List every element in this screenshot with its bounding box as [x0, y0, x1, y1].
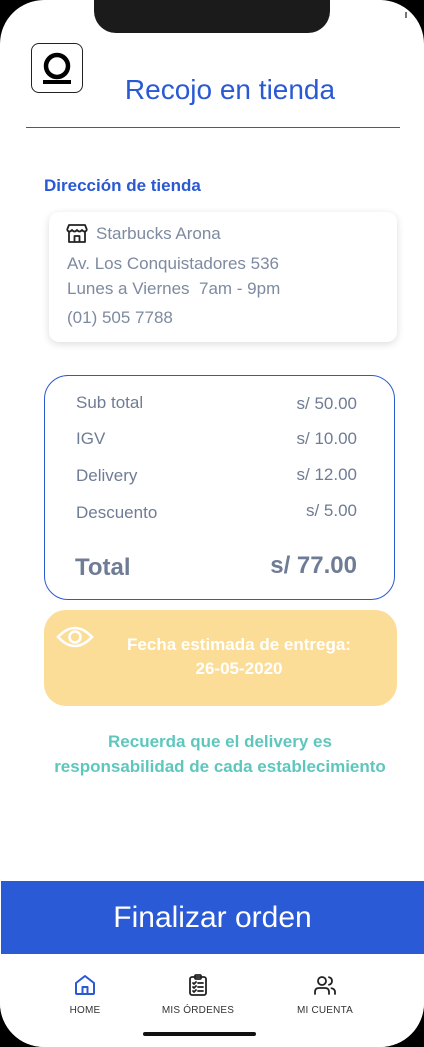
store-phone: (01) 505 7788: [67, 308, 173, 327]
tab-my-orders[interactable]: MIS ÓRDENES: [143, 973, 253, 1016]
subtotal-value: s/ 50.00: [296, 394, 358, 413]
tab-my-account-label: MI CUENTA: [296, 1005, 354, 1016]
tab-home[interactable]: HOME: [30, 973, 140, 1016]
tab-home-label: HOME: [69, 1005, 101, 1016]
subtotal-label: Sub total: [76, 393, 144, 412]
eta-date: 26-05-2020: [195, 659, 283, 678]
tab-my-account[interactable]: MI CUENTA: [270, 973, 380, 1016]
note-line-1: Recuerda que el delivery es: [108, 732, 332, 751]
total-value: s/ 77.00: [270, 552, 357, 579]
users-icon: [314, 976, 336, 995]
note-line-2: responsabilidad de cada establecimiento: [54, 757, 386, 776]
app-logo-icon[interactable]: [31, 43, 83, 93]
discount-value: s/ 5.00: [305, 501, 357, 520]
status-indicator: [405, 12, 407, 18]
total-label: Total: [75, 554, 131, 581]
eta-title: Fecha estimada de entrega:: [127, 635, 351, 654]
igv-value: s/ 10.00: [296, 429, 358, 448]
eye-icon: [56, 622, 94, 652]
delivery-estimate-box: Fecha estimada de entrega: 26-05-2020: [44, 610, 397, 706]
store-address: Av. Los Conquistadores 536: [67, 254, 280, 273]
clipboard-list-icon: [189, 974, 207, 996]
store-section-label: Dirección de tienda: [44, 176, 201, 195]
delivery-value: s/ 12.00: [296, 465, 358, 484]
phone-screen: Recojo en tienda Dirección de tienda Sta…: [0, 0, 424, 1047]
finish-order-button[interactable]: Finalizar orden: [1, 881, 424, 954]
page-title: Recojo en tienda: [124, 74, 336, 105]
home-icon: [75, 975, 95, 995]
igv-label: IGV: [76, 429, 106, 448]
delivery-label: Delivery: [76, 466, 138, 485]
home-indicator: [143, 1032, 256, 1036]
store-icon: [65, 222, 89, 246]
store-card: Starbucks Arona Av. Los Conquistadores 5…: [49, 212, 397, 342]
title-divider: [26, 127, 400, 128]
store-name: Starbucks Arona: [96, 224, 221, 243]
order-summary: Sub total s/ 50.00 IGV s/ 10.00 Delivery…: [44, 375, 395, 600]
tab-my-orders-label: MIS ÓRDENES: [161, 1005, 235, 1016]
device-notch: [94, 0, 330, 33]
delivery-note: Recuerda que el delivery es responsabili…: [30, 729, 410, 779]
discount-label: Descuento: [76, 503, 158, 522]
store-hours: Lunes a Viernes 7am - 9pm: [67, 279, 281, 298]
